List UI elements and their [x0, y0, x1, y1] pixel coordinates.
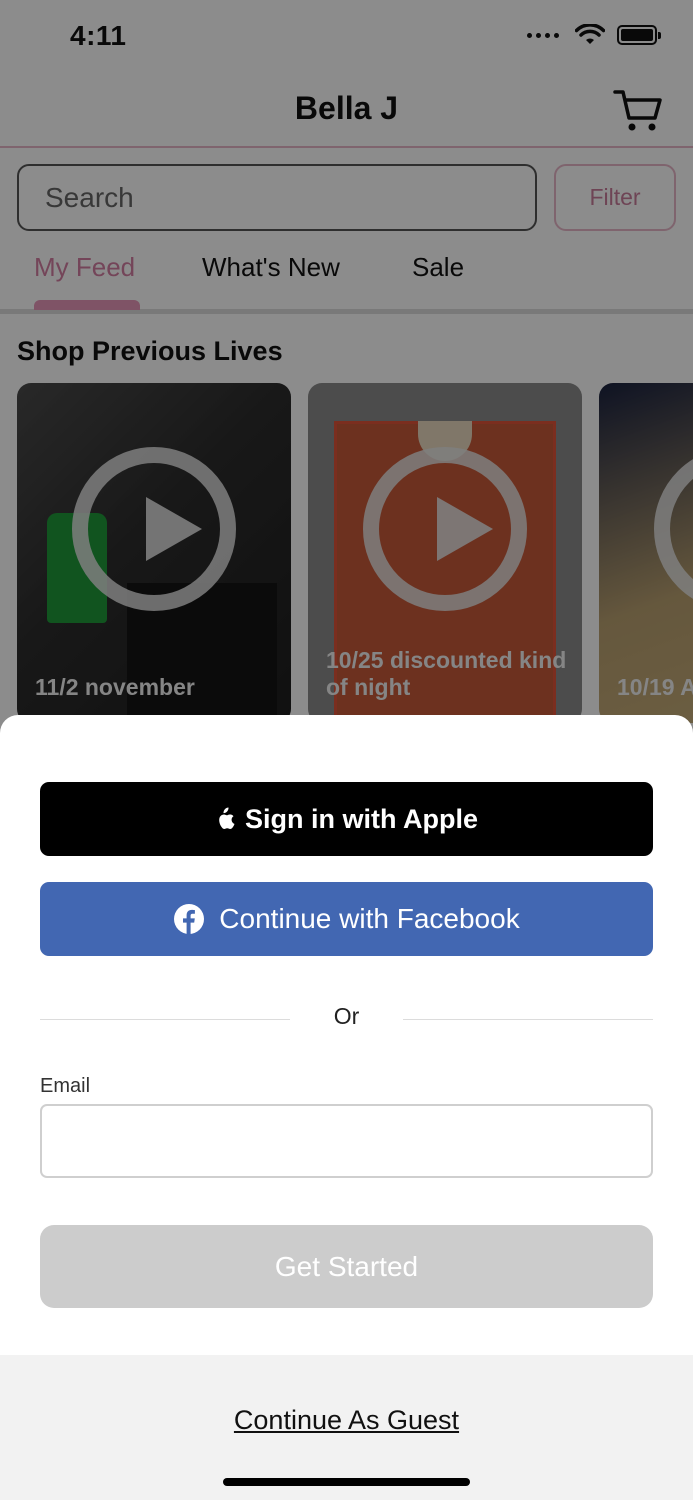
continue-with-facebook-button[interactable]: Continue with Facebook — [40, 882, 653, 956]
divider-line-right — [403, 1019, 653, 1020]
or-label: Or — [333, 1003, 360, 1029]
or-divider: Or — [40, 1003, 653, 1037]
home-indicator — [223, 1478, 470, 1486]
email-label: Email — [40, 1075, 91, 1097]
facebook-icon — [174, 904, 205, 934]
facebook-button-label: Continue with Facebook — [219, 903, 520, 934]
apple-icon — [219, 807, 235, 829]
sign-in-with-apple-button[interactable]: Sign in with Apple — [40, 782, 653, 856]
guest-footer: Continue As Guest — [0, 1355, 693, 1500]
get-started-button[interactable]: Get Started — [40, 1225, 653, 1308]
apple-button-label: Sign in with Apple — [245, 803, 478, 834]
continue-as-guest-link[interactable]: Continue As Guest — [0, 1405, 693, 1436]
email-field[interactable] — [40, 1104, 653, 1178]
sign-in-sheet: Sign in with Apple Continue with Faceboo… — [0, 715, 693, 1500]
